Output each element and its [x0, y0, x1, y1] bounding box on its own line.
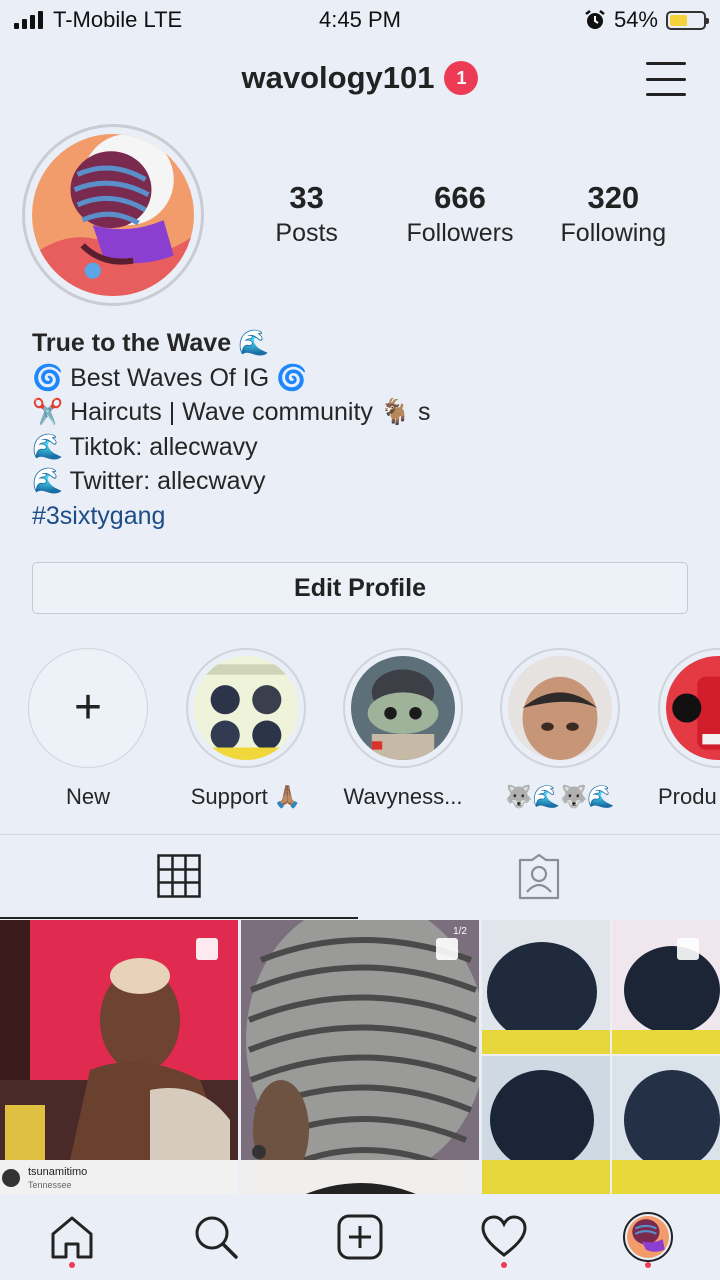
nav-activity[interactable]: [464, 1202, 544, 1272]
bio-line: ✂️ Haircuts | Wave community 🐐 s: [32, 398, 431, 426]
notification-dot: [69, 1262, 75, 1268]
edit-profile-button[interactable]: Edit Profile: [32, 562, 688, 614]
post-thumbnail[interactable]: tsunamitimo Tennessee: [0, 920, 238, 1196]
stat-followers[interactable]: 666 Followers: [383, 180, 536, 250]
posts-label: Posts: [275, 219, 338, 247]
avatar-image: [32, 134, 194, 296]
following-label: Following: [560, 219, 667, 247]
notification-dot: [645, 1262, 651, 1268]
post-caption: tsunamitimo: [28, 1166, 88, 1178]
highlight-products[interactable]: Produ: [648, 648, 720, 810]
highlight-cover: [194, 656, 298, 760]
highlight-label: Wavyness...: [343, 784, 463, 809]
profile-header: wavology101 1: [0, 52, 720, 112]
search-icon: [195, 1216, 238, 1259]
followers-label: Followers: [406, 219, 514, 247]
profile-stats: 33 Posts 666 Followers 320 Following: [230, 180, 690, 250]
bio-line: 🌀 Best Waves Of IG 🌀: [32, 363, 308, 392]
clock: 4:45 PM: [319, 7, 401, 32]
username[interactable]: wavology101: [242, 60, 435, 96]
bio-hashtag-link[interactable]: #3sixtygang: [32, 499, 692, 534]
profile-avatar-icon: [623, 1212, 673, 1262]
bottom-navigation: [0, 1194, 720, 1280]
notification-badge[interactable]: 1: [444, 61, 479, 95]
profile-bio: True to the Wave 🌊 🌀 Best Waves Of IG 🌀 …: [32, 326, 692, 533]
highlight-label: Produ: [658, 784, 717, 809]
signal-icon: [14, 11, 43, 29]
posts-count: 33: [289, 180, 324, 215]
tab-posts-grid[interactable]: [0, 835, 358, 919]
posts-grid: tsunamitimo Tennessee 1/2: [0, 920, 720, 1196]
hamburger-menu-icon[interactable]: [646, 62, 686, 96]
notification-dot: [501, 1262, 507, 1268]
tagged-person-icon: [518, 854, 560, 900]
status-bar: T-Mobile LTE 4:45 PM 54%: [0, 0, 720, 40]
carrier-label: T-Mobile LTE: [53, 7, 183, 32]
plus-icon: +: [73, 681, 103, 734]
nav-search[interactable]: [176, 1202, 256, 1272]
battery-level: [670, 14, 688, 26]
story-highlights: + New Support 🙏🏽 Wavyness... 🐺🌊🐺🌊 Produ: [0, 648, 720, 818]
stat-following[interactable]: 320 Following: [537, 180, 690, 250]
nav-home[interactable]: [32, 1202, 112, 1272]
followers-count: 666: [434, 180, 486, 215]
battery-percent: 54%: [613, 7, 658, 32]
nav-new-post[interactable]: [320, 1202, 400, 1272]
highlight-wavyness[interactable]: Wavyness...: [333, 648, 473, 810]
new-post-icon: [337, 1214, 383, 1260]
highlight-label: 🐺🌊🐺🌊: [505, 784, 615, 809]
highlight-cover: [508, 656, 612, 760]
home-icon: [51, 1216, 93, 1259]
highlight-support[interactable]: Support 🙏🏽: [176, 648, 316, 810]
following-count: 320: [587, 180, 640, 215]
carousel-indicator: 1/2: [453, 926, 467, 937]
bio-line: 🌊 Tiktok: allecwavy: [32, 432, 258, 461]
highlight-label: New: [65, 784, 110, 809]
grid-icon: [157, 854, 201, 898]
tab-tagged[interactable]: [360, 835, 718, 919]
bio-name: True to the Wave 🌊: [32, 329, 270, 357]
profile-avatar[interactable]: [22, 124, 204, 306]
stat-posts[interactable]: 33 Posts: [230, 180, 383, 250]
profile-tabs: [0, 834, 720, 919]
post-thumbnail[interactable]: [482, 920, 720, 1196]
nav-profile[interactable]: [608, 1202, 688, 1272]
heart-icon: [481, 1215, 527, 1257]
highlight-new[interactable]: + New: [18, 648, 158, 810]
highlight-label: Support 🙏🏽: [190, 784, 302, 809]
highlight-cover: [666, 656, 720, 760]
post-subcaption: Tennessee: [28, 1180, 72, 1190]
battery-charging-icon: [666, 10, 709, 30]
bio-line: 🌊 Twitter: allecwavy: [32, 467, 266, 495]
highlight-cover: [351, 656, 455, 760]
post-thumbnail[interactable]: 1/2: [241, 920, 479, 1196]
alarm-icon: [585, 10, 605, 29]
highlight-wolf-waves[interactable]: 🐺🌊🐺🌊: [490, 648, 630, 810]
